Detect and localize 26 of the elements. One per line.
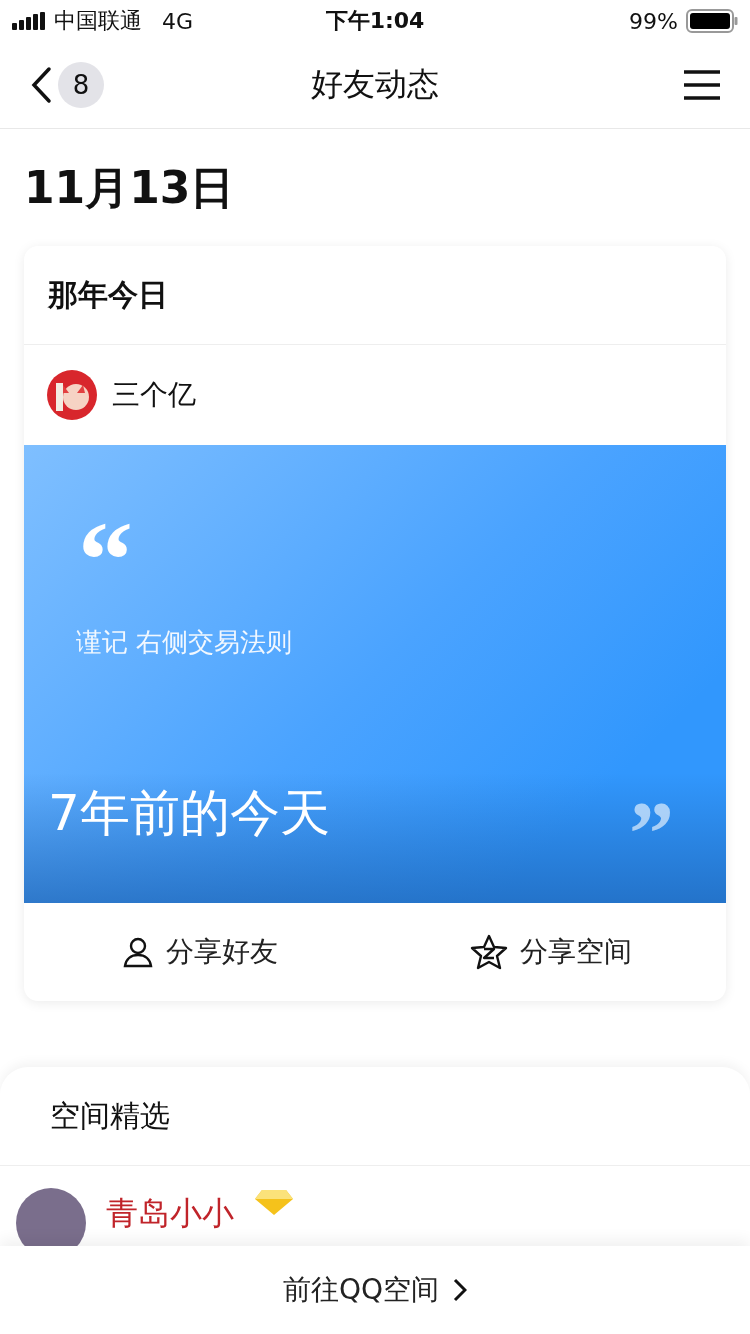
section-title: 空间精选	[50, 1096, 170, 1135]
user-name: 三个亿	[112, 377, 196, 413]
network-type: 4G	[162, 8, 194, 34]
share-button[interactable]: 分享空间	[375, 903, 726, 1001]
card-title: 那年今日	[48, 275, 168, 314]
open-quote: “	[77, 505, 134, 575]
page-title: 好友动态	[310, 64, 440, 105]
battery-percent: 99%	[629, 8, 678, 34]
quote-text: 谨记 右侧交易法则	[75, 626, 294, 659]
status-time: 下午1:04	[324, 7, 426, 35]
battery-icon	[686, 9, 738, 33]
avatar	[46, 369, 98, 421]
share-button[interactable]: 分享好友	[24, 903, 375, 1001]
years-ago-caption: 7年前的今天	[48, 783, 330, 844]
post-author: 青岛小小	[106, 1193, 234, 1234]
star-icon	[469, 934, 508, 970]
carrier-name: 中国联通	[54, 7, 142, 35]
unread-badge: 8	[58, 62, 104, 108]
gem-icon	[254, 1188, 294, 1216]
open-qzone-link[interactable]: 前往QQ空间	[276, 1270, 474, 1310]
signal-icon	[12, 12, 46, 30]
date-heading: 11月13日	[23, 161, 236, 215]
menu-icon[interactable]	[684, 69, 720, 101]
back-icon[interactable]	[30, 66, 52, 104]
person-icon	[121, 936, 154, 968]
chevron-icon	[453, 1278, 468, 1302]
